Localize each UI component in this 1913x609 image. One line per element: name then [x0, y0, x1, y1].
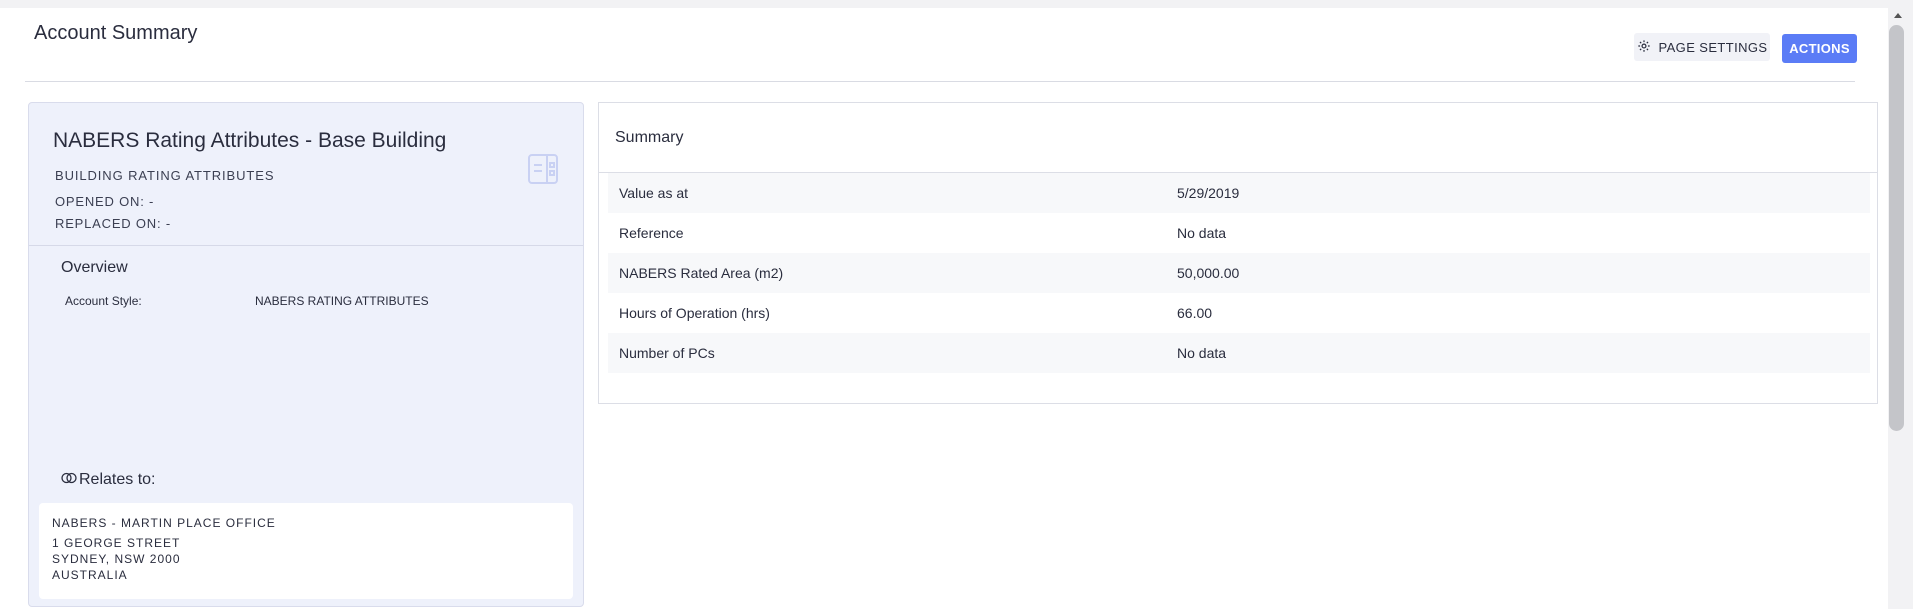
relates-to-heading: Relates to:	[61, 471, 155, 489]
summary-row-number-of-pcs: Number of PCs No data	[608, 333, 1870, 373]
page-title: Account Summary	[34, 22, 198, 44]
related-site-address-line3: AUSTRALIA	[52, 568, 128, 582]
actions-button[interactable]: ACTIONS	[1782, 34, 1857, 63]
page-content: Account Summary PAGE SETTINGS ACTIONS NA…	[0, 8, 1888, 609]
summary-row-hours-of-operation: Hours of Operation (hrs) 66.00	[608, 293, 1870, 333]
related-site-name: NABERS - MARTIN PLACE OFFICE	[52, 516, 276, 530]
summary-row-label: Number of PCs	[619, 345, 715, 361]
summary-row-reference: Reference No data	[608, 213, 1870, 253]
summary-heading: Summary	[615, 129, 684, 146]
summary-row-value: 5/29/2019	[1177, 185, 1240, 201]
relates-to-label: Relates to:	[79, 471, 156, 488]
link-rings-icon	[61, 471, 77, 489]
account-card: NABERS Rating Attributes - Base Building…	[28, 102, 584, 607]
summary-row-rated-area: NABERS Rated Area (m2) 50,000.00	[608, 253, 1870, 293]
summary-table: Value as at 5/29/2019 Reference No data …	[608, 173, 1870, 373]
summary-row-value: 50,000.00	[1177, 265, 1240, 281]
related-site-card[interactable]: NABERS - MARTIN PLACE OFFICE 1 GEORGE ST…	[39, 503, 573, 599]
page-settings-label: PAGE SETTINGS	[1658, 39, 1768, 55]
summary-row-value: No data	[1177, 225, 1227, 241]
summary-row-value-as-at: Value as at 5/29/2019	[608, 173, 1870, 213]
account-card-subtitle: BUILDING RATING ATTRIBUTES	[55, 168, 275, 183]
scrollbar-thumb[interactable]	[1889, 25, 1904, 431]
account-style-label: Account Style:	[65, 294, 142, 308]
account-card-title: NABERS Rating Attributes - Base Building	[53, 129, 447, 152]
header-divider	[25, 81, 1855, 82]
replaced-on: REPLACED ON: -	[55, 216, 171, 231]
summary-row-label: Value as at	[619, 185, 689, 201]
summary-row-label: NABERS Rated Area (m2)	[619, 265, 784, 281]
gear-icon	[1637, 39, 1651, 56]
summary-row-value: 66.00	[1177, 305, 1213, 321]
overview-heading: Overview	[61, 259, 128, 276]
scroll-up-arrow-icon[interactable]	[1894, 13, 1902, 18]
related-site-address-line1: 1 GEORGE STREET	[52, 536, 181, 550]
opened-on: OPENED ON: -	[55, 194, 155, 209]
summary-row-label: Hours of Operation (hrs)	[619, 305, 770, 321]
account-style-value: NABERS RATING ATTRIBUTES	[255, 294, 429, 308]
card-divider	[29, 245, 583, 246]
related-site-address-line2: SYDNEY, NSW 2000	[52, 552, 181, 566]
summary-row-value: No data	[1177, 345, 1227, 361]
summary-panel: Summary Value as at 5/29/2019 Reference …	[598, 102, 1878, 404]
account-card-icon	[527, 153, 559, 185]
page-settings-button[interactable]: PAGE SETTINGS	[1634, 33, 1770, 61]
summary-row-label: Reference	[619, 225, 684, 241]
